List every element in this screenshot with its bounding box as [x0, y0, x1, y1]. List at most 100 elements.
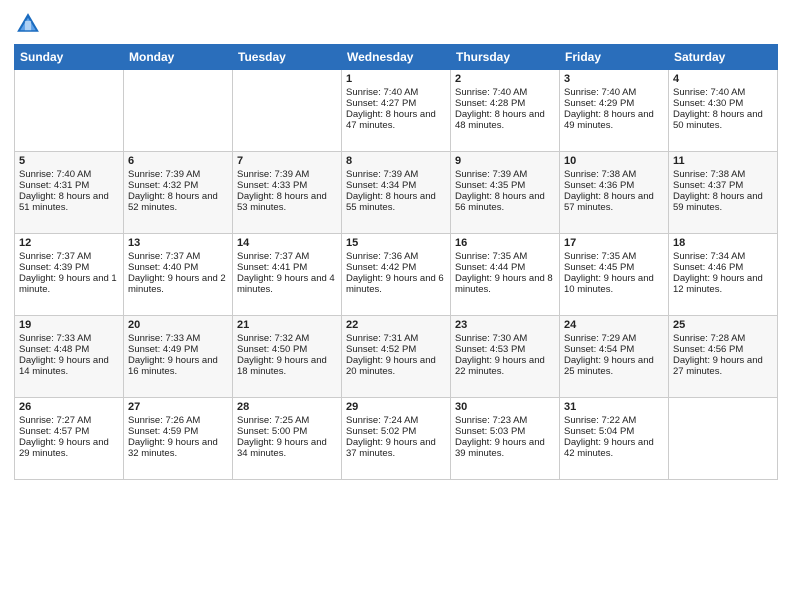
day-number: 19 [19, 319, 119, 331]
day-number: 29 [346, 401, 446, 413]
cell-content-line: Daylight: 9 hours and 27 minutes. [673, 355, 773, 377]
cell-content-line: Sunrise: 7:37 AM [19, 251, 119, 262]
cell-content-line: Sunset: 4:49 PM [128, 344, 228, 355]
cell-content-line: Sunset: 4:28 PM [455, 98, 555, 109]
cell-content-line: Sunset: 4:37 PM [673, 180, 773, 191]
calendar-cell [124, 70, 233, 152]
cell-content-line: Sunrise: 7:23 AM [455, 415, 555, 426]
day-number: 16 [455, 237, 555, 249]
calendar-cell: 16 Sunrise: 7:35 AMSunset: 4:44 PMDayligh… [451, 234, 560, 316]
cell-content-line: Sunrise: 7:33 AM [128, 333, 228, 344]
cell-content-line: Sunrise: 7:35 AM [455, 251, 555, 262]
day-number: 3 [564, 73, 664, 85]
day-number: 13 [128, 237, 228, 249]
cell-content-line: Daylight: 8 hours and 52 minutes. [128, 191, 228, 213]
calendar-cell: 18Sunrise: 7:34 AMSunset: 4:46 PMDayligh… [669, 234, 778, 316]
cell-content-line: Sunrise: 7:39 AM [455, 169, 555, 180]
day-header-wednesday: Wednesday [342, 45, 451, 70]
cell-content-line: Sunset: 4:46 PM [673, 262, 773, 273]
week-row-3: 12Sunrise: 7:37 AMSunset: 4:39 PMDayligh… [15, 234, 778, 316]
cell-content-line: Sunset: 4:27 PM [346, 98, 446, 109]
cell-content-line: Daylight: 8 hours and 47 minutes. [346, 109, 446, 131]
cell-content-line: Sunset: 4:40 PM [128, 262, 228, 273]
day-number: 25 [673, 319, 773, 331]
calendar-cell: 23Sunrise: 7:30 AMSunset: 4:53 PMDayligh… [451, 316, 560, 398]
calendar-cell: 3 Sunrise: 7:40 AMSunset: 4:29 PMDaylight… [560, 70, 669, 152]
cell-content-line: Sunrise: 7:36 AM [346, 251, 446, 262]
calendar-cell: 24Sunrise: 7:29 AMSunset: 4:54 PMDayligh… [560, 316, 669, 398]
cell-content-line: Sunrise: 7:38 AM [564, 169, 664, 180]
cell-content-line: Daylight: 9 hours and 1 minute. [19, 273, 119, 295]
cell-content-line: Daylight: 8 hours and 53 minutes. [237, 191, 337, 213]
cell-content-line: Sunset: 4:30 PM [673, 98, 773, 109]
calendar-cell: 25Sunrise: 7:28 AMSunset: 4:56 PMDayligh… [669, 316, 778, 398]
calendar-cell: 12Sunrise: 7:37 AMSunset: 4:39 PMDayligh… [15, 234, 124, 316]
calendar-cell: 1Sunrise: 7:40 AMSunset: 4:27 PMDaylight… [342, 70, 451, 152]
calendar-cell: 2 Sunrise: 7:40 AMSunset: 4:28 PMDaylight… [451, 70, 560, 152]
cell-content-line: Sunrise: 7:40 AM [19, 169, 119, 180]
cell-content-line: Sunset: 4:32 PM [128, 180, 228, 191]
day-number: 23 [455, 319, 555, 331]
days-header-row: SundayMondayTuesdayWednesdayThursdayFrid… [15, 45, 778, 70]
cell-content-line: Sunset: 4:52 PM [346, 344, 446, 355]
calendar-table: SundayMondayTuesdayWednesdayThursdayFrid… [14, 44, 778, 480]
cell-content-line: Daylight: 9 hours and 37 minutes. [346, 437, 446, 459]
cell-content-line: Daylight: 9 hours and 34 minutes. [237, 437, 337, 459]
calendar-cell: 27Sunrise: 7:26 AMSunset: 4:59 PMDayligh… [124, 398, 233, 480]
calendar-cell: 26Sunrise: 7:27 AMSunset: 4:57 PMDayligh… [15, 398, 124, 480]
cell-content-line: Sunrise: 7:35 AM [564, 251, 664, 262]
week-row-4: 19Sunrise: 7:33 AMSunset: 4:48 PMDayligh… [15, 316, 778, 398]
cell-content-line: Sunset: 4:29 PM [564, 98, 664, 109]
cell-content-line: Daylight: 8 hours and 48 minutes. [455, 109, 555, 131]
cell-content-line: Daylight: 9 hours and 32 minutes. [128, 437, 228, 459]
cell-content-line: Sunrise: 7:40 AM [564, 87, 664, 98]
day-number: 8 [346, 155, 446, 167]
cell-content-line: Daylight: 8 hours and 59 minutes. [673, 191, 773, 213]
cell-content-line: Daylight: 9 hours and 2 minutes. [128, 273, 228, 295]
cell-content-line: Sunrise: 7:38 AM [673, 169, 773, 180]
day-header-sunday: Sunday [15, 45, 124, 70]
cell-content-line: Sunrise: 7:33 AM [19, 333, 119, 344]
cell-content-line: Sunset: 4:44 PM [455, 262, 555, 273]
cell-content-line: Daylight: 9 hours and 8 minutes. [455, 273, 555, 295]
day-number: 31 [564, 401, 664, 413]
cell-content-line: Daylight: 9 hours and 29 minutes. [19, 437, 119, 459]
page: SundayMondayTuesdayWednesdayThursdayFrid… [0, 0, 792, 612]
cell-content-line: Daylight: 9 hours and 39 minutes. [455, 437, 555, 459]
day-number: 17 [564, 237, 664, 249]
cell-content-line: Daylight: 9 hours and 14 minutes. [19, 355, 119, 377]
calendar-cell: 17Sunrise: 7:35 AMSunset: 4:45 PMDayligh… [560, 234, 669, 316]
calendar-cell: 5Sunrise: 7:40 AMSunset: 4:31 PMDaylight… [15, 152, 124, 234]
day-number: 1 [346, 73, 446, 85]
day-header-saturday: Saturday [669, 45, 778, 70]
calendar-cell: 6Sunrise: 7:39 AMSunset: 4:32 PMDaylight… [124, 152, 233, 234]
calendar-cell: 19Sunrise: 7:33 AMSunset: 4:48 PMDayligh… [15, 316, 124, 398]
cell-content-line: Daylight: 9 hours and 25 minutes. [564, 355, 664, 377]
cell-content-line: Sunrise: 7:31 AM [346, 333, 446, 344]
cell-content-line: Sunset: 4:36 PM [564, 180, 664, 191]
cell-content-line: Daylight: 8 hours and 55 minutes. [346, 191, 446, 213]
calendar-cell: 14Sunrise: 7:37 AMSunset: 4:41 PMDayligh… [233, 234, 342, 316]
cell-content-line: Sunrise: 7:37 AM [128, 251, 228, 262]
cell-content-line: Sunset: 4:42 PM [346, 262, 446, 273]
cell-content-line: Sunset: 4:50 PM [237, 344, 337, 355]
cell-content-line: Sunset: 5:02 PM [346, 426, 446, 437]
day-number: 24 [564, 319, 664, 331]
day-header-monday: Monday [124, 45, 233, 70]
cell-content-line: Daylight: 8 hours and 49 minutes. [564, 109, 664, 131]
cell-content-line: Sunrise: 7:39 AM [237, 169, 337, 180]
day-number: 6 [128, 155, 228, 167]
cell-content-line: Daylight: 9 hours and 4 minutes. [237, 273, 337, 295]
week-row-2: 5Sunrise: 7:40 AMSunset: 4:31 PMDaylight… [15, 152, 778, 234]
cell-content-line: Sunrise: 7:40 AM [455, 87, 555, 98]
cell-content-line: Sunrise: 7:25 AM [237, 415, 337, 426]
day-number: 30 [455, 401, 555, 413]
day-number: 2 [455, 73, 555, 85]
cell-content-line: Daylight: 8 hours and 51 minutes. [19, 191, 119, 213]
day-number: 15 [346, 237, 446, 249]
calendar-cell: 13 Sunrise: 7:37 AMSunset: 4:40 PMDayligh… [124, 234, 233, 316]
logo-icon [14, 10, 42, 38]
cell-content-line: Sunset: 4:56 PM [673, 344, 773, 355]
cell-content-line: Sunset: 4:39 PM [19, 262, 119, 273]
calendar-cell: 22Sunrise: 7:31 AMSunset: 4:52 PMDayligh… [342, 316, 451, 398]
